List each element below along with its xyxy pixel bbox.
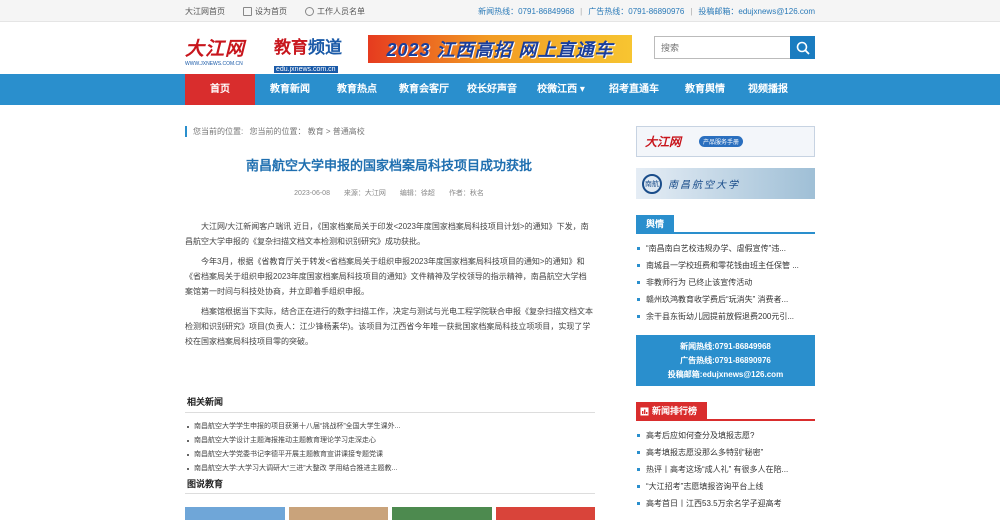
nav-campus-jiangxi[interactable]: 校微江西 ▾ xyxy=(525,74,597,105)
university-ad[interactable]: 南航 南昌航空大学 xyxy=(636,168,815,199)
article-area: 您当前的位置: 您当前的位置： 教育 > 普通高校 南昌航空大学申报的国家档案局… xyxy=(185,126,593,354)
search-icon xyxy=(796,41,810,55)
email: 投稿邮箱：edujxnews@126.com xyxy=(698,6,815,16)
ranking-icon xyxy=(640,407,649,416)
article-body: 大江网/大江新闻客户端讯 近日，《国家档案局关于印发<2023年度国家档案局科技… xyxy=(185,219,593,349)
picture-thumb[interactable] xyxy=(392,507,492,520)
related-news-heading: 相关新闻 xyxy=(185,395,595,413)
article-paragraph: 今年3月，根据《省教育厅关于转发<省档案局关于组织申报2023年度国家档案局科技… xyxy=(185,257,587,296)
nav-edu-hot[interactable]: 教育热点 xyxy=(325,74,389,105)
nav-edu-salon[interactable]: 教育会客厅 xyxy=(389,74,459,105)
picture-thumb[interactable] xyxy=(185,507,285,520)
dajiang-logo[interactable]: 大江网 WWW.JXNEWS.COM.CN xyxy=(185,34,265,67)
separator: | xyxy=(580,6,583,16)
home-link[interactable]: 大江网首页 xyxy=(185,6,225,17)
picture-news-heading: 图说教育 xyxy=(185,477,595,494)
related-news-list: 南昌航空大学学生申报的项目获第十八届“挑战杯”全国大学生课外... 南昌航空大学… xyxy=(185,420,595,476)
set-homepage-link[interactable]: 设为首页 xyxy=(243,6,287,17)
separator: | xyxy=(690,6,693,16)
product-manual-ad[interactable]: 大江网 产品服务手册 xyxy=(636,126,815,157)
list-item[interactable]: 高考填报志愿没那么多特别“秘密” xyxy=(636,444,815,461)
ranking-section-header: 新闻排行榜 xyxy=(636,402,815,421)
list-item[interactable]: “南昌南白艺校违规办学、虐假宣传”违... xyxy=(636,240,815,257)
list-item[interactable]: 南昌航空大学党委书记李德平开展主题教育宣讲课接专题党课 xyxy=(185,448,595,462)
list-item[interactable]: 高考后应如何查分及填报志愿? xyxy=(636,427,815,444)
edu-channel-logo[interactable]: 教育频道 edu.jxnews.com.cn xyxy=(274,33,346,73)
ranking-list: 高考后应如何查分及填报志愿? 高考填报志愿没那么多特别“秘密” 热评丨高考这场“… xyxy=(636,427,815,512)
nav-exam-express[interactable]: 招考直通车 xyxy=(597,74,671,105)
article-paragraph: 档案馆根据当下实际，结合正在进行的数字扫描工作，决定与测试与光电工程学院联合申报… xyxy=(185,307,593,346)
nav-home[interactable]: 首页 xyxy=(185,74,255,105)
list-item[interactable]: 高考首日丨江西53.5万余名学子迎高考 xyxy=(636,495,815,512)
list-item[interactable]: 非教师行为 已终止该宣传活动 xyxy=(636,274,815,291)
opinion-list: “南昌南白艺校违规办学、虐假宣传”违... 南城县一学校班费和零花钱由班主任保管… xyxy=(636,240,815,325)
article-source: 来源：大江网 xyxy=(343,190,386,197)
breadcrumb: 您当前的位置: 您当前的位置： 教育 > 普通高校 xyxy=(185,126,593,137)
picture-thumb[interactable] xyxy=(288,507,388,520)
picture-strip xyxy=(185,507,595,520)
contact-info: 新闻热线：0791-86849968 | 广告热线：0791-86890976 … xyxy=(478,0,815,22)
nav-video[interactable]: 视频播报 xyxy=(739,74,797,105)
article-title: 南昌航空大学申报的国家档案局科技项目成功获批 xyxy=(245,158,532,173)
search-box xyxy=(654,36,815,59)
main-nav: 首页 教育新闻 教育热点 教育会客厅 校长好声音 校微江西 ▾ 招考直通车 教育… xyxy=(0,74,1000,105)
sidebar: 大江网 产品服务手册 南航 南昌航空大学 舆情 “南昌南白艺校违规办学、虐假宣传… xyxy=(636,126,815,512)
list-item[interactable]: “大江招考”志愿填报咨询平台上线 xyxy=(636,478,815,495)
list-item[interactable]: 热评丨高考这场“成人礼” 有很多人在陪... xyxy=(636,461,815,478)
article-author: 作者：秋名 xyxy=(448,190,484,197)
article-date: 2023-06-08 xyxy=(294,190,330,197)
top-links: 大江网首页 设为首页 工作人员名单 xyxy=(185,0,365,22)
nav-edu-news[interactable]: 教育新闻 xyxy=(255,74,325,105)
article-editor: 编辑：徐超 xyxy=(399,190,435,197)
article-paragraph: 大江网/大江新闻客户端讯 近日，《国家档案局关于印发<2023年度国家档案局科技… xyxy=(185,222,589,246)
list-item[interactable]: 南城县一学校班费和零花钱由班主任保管 ... xyxy=(636,257,815,274)
nav-principal-voice[interactable]: 校长好声音 xyxy=(459,74,525,105)
nav-edu-opinion[interactable]: 教育舆情 xyxy=(671,74,739,105)
article-meta: 2023-06-08 来源：大江网 编辑：徐超 作者：秋名 xyxy=(185,188,593,198)
list-item[interactable]: 余干县东街幼儿园提前放假退费200元引... xyxy=(636,308,815,325)
search-button[interactable] xyxy=(790,36,815,59)
hotline-box: 新闻热线:0791-86849968 广告热线:0791-86890976 投稿… xyxy=(636,335,815,386)
header: 大江网 WWW.JXNEWS.COM.CN 教育频道 edu.jxnews.co… xyxy=(0,22,1000,74)
top-bar: 大江网首页 设为首页 工作人员名单 新闻热线：0791-86849968 | 广… xyxy=(0,0,1000,22)
news-hotline: 新闻热线：0791-86849968 xyxy=(478,6,575,16)
gaokao-banner[interactable]: 2023 江西高招 网上直通车 xyxy=(368,35,632,63)
user-icon xyxy=(305,6,314,16)
home-icon xyxy=(243,6,252,16)
opinion-section-header: 舆情 xyxy=(636,215,815,234)
staff-list-link[interactable]: 工作人员名单 xyxy=(305,6,365,17)
picture-thumb[interactable] xyxy=(495,507,595,520)
ad-hotline: 广告热线：0791-86890976 xyxy=(588,6,685,16)
list-item[interactable]: 南昌航空大学设计主题海报推动主题教育理论学习走深走心 xyxy=(185,434,595,448)
search-input[interactable] xyxy=(654,36,790,59)
list-item[interactable]: 南昌航空大学学生申报的项目获第十八届“挑战杯”全国大学生课外... xyxy=(185,420,595,434)
list-item[interactable]: 南昌航空大学:大学习大调研大“三进”大整改 学用结合推进主题教... xyxy=(185,462,595,476)
university-seal-icon: 南航 xyxy=(642,173,662,194)
list-item[interactable]: 赣州玖鸿教育收学费后“玩消失” 消费者... xyxy=(636,291,815,308)
